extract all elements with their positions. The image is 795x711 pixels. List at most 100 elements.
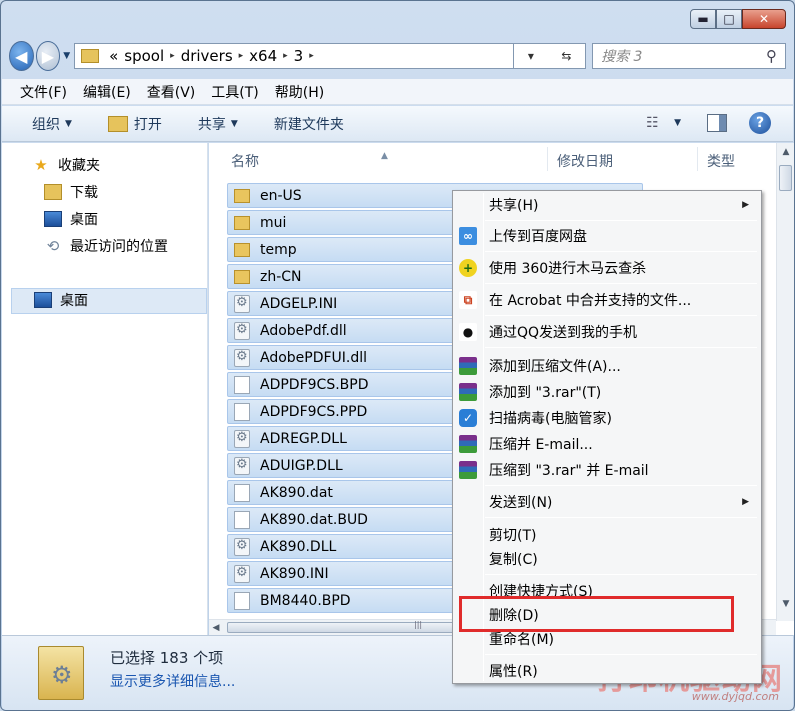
file-name: ADUIGP.DLL xyxy=(260,457,343,474)
ctx-qq-send[interactable]: ● 通过QQ发送到我的手机 xyxy=(455,320,759,344)
menu-separator xyxy=(485,574,757,575)
menu-edit[interactable]: 编辑(E) xyxy=(83,82,131,102)
recent-pages-dropdown[interactable]: ▼ xyxy=(63,51,70,61)
ctx-properties-label: 属性(R) xyxy=(489,664,538,680)
show-more-details-link[interactable]: 显示更多详细信息... xyxy=(110,671,235,691)
search-icon[interactable]: ⚲ xyxy=(766,47,777,65)
ctx-add-rar-label: 添加到 "3.rar"(T) xyxy=(489,385,602,401)
view-dropdown-icon[interactable]: ▼ xyxy=(674,118,681,128)
nav-downloads[interactable]: 下载 xyxy=(44,182,98,202)
breadcrumb-separator-icon[interactable]: ▸ xyxy=(239,51,244,61)
menu-view[interactable]: 查看(V) xyxy=(147,82,196,102)
help-icon[interactable]: ? xyxy=(749,112,771,134)
ctx-add-archive-label: 添加到压缩文件(A)... xyxy=(489,359,621,375)
column-divider[interactable] xyxy=(547,147,548,171)
file-name: AK890.DLL xyxy=(260,538,337,555)
address-bar[interactable]: « spool ▸ drivers ▸ x64 ▸ 3 ▸ xyxy=(74,43,515,69)
search-input[interactable]: 搜索 3 ⚲ xyxy=(592,43,786,69)
caption-buttons: ▬ □ ✕ xyxy=(690,9,786,29)
nav-recent-places[interactable]: ⟲ 最近访问的位置 xyxy=(44,236,168,256)
ctx-properties[interactable]: 属性(R) xyxy=(455,659,759,683)
ctx-guard-scan[interactable]: ✓ 扫描病毒(电脑管家) xyxy=(455,406,759,430)
ctx-cut[interactable]: 剪切(T) xyxy=(455,523,759,547)
scroll-left-icon[interactable]: ◀ xyxy=(209,623,223,633)
breadcrumb-separator-icon[interactable]: ▸ xyxy=(309,51,314,61)
selection-count: 已选择 183 个项 xyxy=(110,649,224,667)
star-icon: ★ xyxy=(34,156,48,174)
ctx-upload-baidu[interactable]: ∞ 上传到百度网盘 xyxy=(455,224,759,248)
breadcrumb-3[interactable]: 3 xyxy=(294,47,304,65)
scroll-down-icon[interactable]: ▼ xyxy=(777,599,794,609)
ctx-guard-scan-label: 扫描病毒(电脑管家) xyxy=(489,411,612,427)
new-folder-button[interactable]: 新建文件夹 xyxy=(274,114,344,134)
menu-help[interactable]: 帮助(H) xyxy=(275,82,324,102)
ctx-share[interactable]: 共享(H) ▶ xyxy=(455,193,759,217)
file-icon xyxy=(234,591,250,610)
breadcrumb-separator-icon[interactable]: ▸ xyxy=(170,51,175,61)
file-name: AK890.dat.BUD xyxy=(260,511,368,528)
horizontal-scroll-thumb[interactable] xyxy=(227,622,457,633)
breadcrumb-overflow[interactable]: « xyxy=(109,47,118,65)
file-name: ADREGP.DLL xyxy=(260,430,347,447)
back-button[interactable]: ◀ xyxy=(9,41,34,71)
ctx-compress-rar-email-label: 压缩到 "3.rar" 并 E-mail xyxy=(489,463,649,479)
address-dropdown-icon[interactable]: ▾ xyxy=(528,49,534,63)
share-label: 共享 xyxy=(197,116,226,133)
ctx-send-to[interactable]: 发送到(N) ▶ xyxy=(455,490,759,514)
column-date[interactable]: 修改日期 xyxy=(557,151,613,171)
settings-file-icon xyxy=(234,294,250,313)
menu-separator xyxy=(485,654,757,655)
vertical-scroll-thumb[interactable] xyxy=(779,165,792,191)
ctx-acrobat-merge[interactable]: ⧉ 在 Acrobat 中合并支持的文件... xyxy=(455,288,759,312)
column-divider[interactable] xyxy=(697,147,698,171)
file-name: AdobePdf.dll xyxy=(260,322,347,339)
address-actions: ▾ ⇆ xyxy=(514,43,587,69)
ctx-send-to-label: 发送到(N) xyxy=(489,495,553,511)
minimize-button[interactable]: ▬ xyxy=(690,9,716,29)
menu-file[interactable]: 文件(F) xyxy=(20,82,67,102)
breadcrumb-separator-icon[interactable]: ▸ xyxy=(283,51,288,61)
nav-favorites[interactable]: ★ 收藏夹 xyxy=(32,155,100,175)
ctx-360-scan-label: 使用 360进行木马云查杀 xyxy=(489,261,647,277)
ctx-compress-email-label: 压缩并 E-mail... xyxy=(489,437,593,453)
file-name: en-US xyxy=(260,187,302,204)
forward-button[interactable]: ▶ xyxy=(35,41,61,71)
refresh-icon[interactable]: ⇆ xyxy=(561,49,571,63)
nav-desktop[interactable]: 桌面 xyxy=(34,290,88,310)
preview-pane-icon[interactable] xyxy=(707,114,727,132)
breadcrumb-x64[interactable]: x64 xyxy=(249,47,277,65)
ctx-upload-baidu-label: 上传到百度网盘 xyxy=(489,229,587,245)
file-name: AK890.dat xyxy=(260,484,333,501)
column-name[interactable]: 名称 xyxy=(231,151,259,171)
submenu-arrow-icon: ▶ xyxy=(742,200,749,210)
ctx-acrobat-merge-label: 在 Acrobat 中合并支持的文件... xyxy=(489,293,692,309)
navigation-bar: ◀ ▶ ▼ « spool ▸ drivers ▸ x64 ▸ 3 ▸ ▾ ⇆ … xyxy=(9,39,786,73)
maximize-button[interactable]: □ xyxy=(716,9,742,29)
file-icon xyxy=(234,402,250,421)
ctx-add-rar[interactable]: 添加到 "3.rar"(T) xyxy=(455,380,759,404)
vertical-scrollbar[interactable]: ▲ ▼ xyxy=(776,143,794,621)
ctx-360-scan[interactable]: + 使用 360进行木马云查杀 xyxy=(455,256,759,280)
scroll-grip-icon: ||| xyxy=(414,620,423,629)
view-options-icon[interactable]: ☷ xyxy=(646,115,666,131)
nav-desktop-favorite[interactable]: 桌面 xyxy=(44,209,98,229)
file-icon xyxy=(234,375,250,394)
view-controls: ☷ ▼ ? xyxy=(646,112,771,134)
file-name: mui xyxy=(260,214,287,231)
submenu-arrow-icon: ▶ xyxy=(742,497,749,507)
ctx-add-archive[interactable]: 添加到压缩文件(A)... xyxy=(455,354,759,378)
ctx-share-label: 共享(H) xyxy=(489,198,539,214)
organize-button[interactable]: 组织 ▼ xyxy=(32,114,72,134)
share-button[interactable]: 共享 ▼ xyxy=(198,114,238,134)
scroll-up-icon[interactable]: ▲ xyxy=(777,147,794,157)
breadcrumb-spool[interactable]: spool xyxy=(124,47,164,65)
open-button[interactable]: 打开 xyxy=(107,114,162,134)
ctx-compress-rar-email[interactable]: 压缩到 "3.rar" 并 E-mail xyxy=(455,458,759,482)
ctx-copy[interactable]: 复制(C) xyxy=(455,547,759,571)
menu-tools[interactable]: 工具(T) xyxy=(211,82,258,102)
ctx-compress-email[interactable]: 压缩并 E-mail... xyxy=(455,432,759,456)
close-button[interactable]: ✕ xyxy=(742,9,786,29)
menu-separator xyxy=(485,220,757,221)
breadcrumb-drivers[interactable]: drivers xyxy=(181,47,233,65)
column-type[interactable]: 类型 xyxy=(707,151,735,171)
